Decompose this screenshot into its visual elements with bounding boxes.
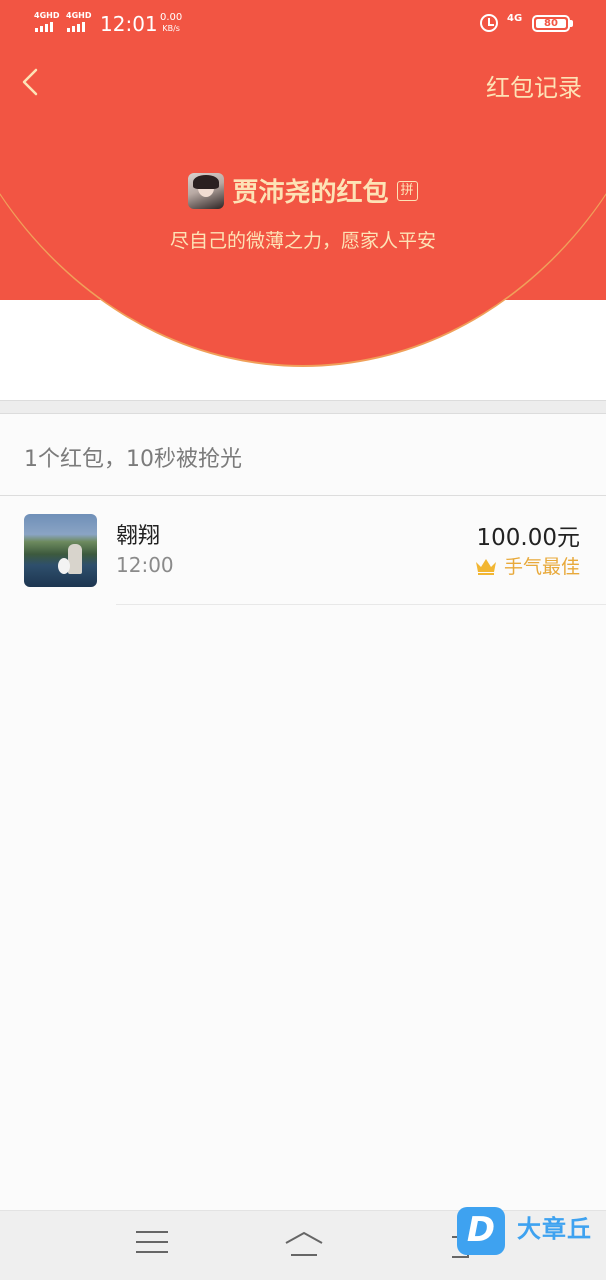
network-type: 4G xyxy=(507,13,523,24)
watermark-logo: D 大章丘 xyxy=(455,1205,606,1257)
recipient-row[interactable]: 翱翔 12:00 100.00元 手气最佳 xyxy=(0,496,606,604)
red-packet-header: 4GHD 4GHD 12:01 0.00 KB/s 4G 80 红包记录 贾沛尧… xyxy=(0,0,606,400)
red-packet-records-link[interactable]: 红包记录 xyxy=(486,68,582,103)
battery-tip xyxy=(570,20,573,27)
best-luck-label: 手气最佳 xyxy=(503,556,580,578)
menu-icon[interactable] xyxy=(136,1231,168,1261)
best-luck-badge: 手气最佳 xyxy=(474,552,580,579)
greeting-message: 尽自己的微薄之力，愿家人平安 xyxy=(169,230,436,252)
pin-badge: 拼 xyxy=(396,180,418,201)
alarm-icon xyxy=(480,14,498,32)
sender-info: 贾沛尧的红包 拼 xyxy=(0,172,606,209)
sender-avatar[interactable] xyxy=(188,172,225,209)
sender-name: 贾沛尧的红包 xyxy=(232,178,389,208)
recipient-time: 12:00 xyxy=(116,553,174,577)
watermark-letter: D xyxy=(466,1210,496,1250)
sim2-signal-icon xyxy=(67,22,85,32)
network-speed-unit: KB/s xyxy=(162,24,180,33)
sim1-signal-icon xyxy=(35,22,53,32)
section-divider xyxy=(0,400,606,414)
battery-level: 80 xyxy=(544,18,558,29)
sim2-label: 4GHD xyxy=(66,11,92,20)
network-speed: 0.00 KB/s xyxy=(160,12,182,34)
packet-summary: 1个红包，10秒被抢光 xyxy=(24,447,242,472)
crown-icon xyxy=(475,558,496,575)
back-button[interactable] xyxy=(14,62,54,102)
battery-icon: 80 xyxy=(532,15,570,32)
row-divider xyxy=(116,604,606,605)
status-bar: 4GHD 4GHD 12:01 0.00 KB/s 4G 80 xyxy=(0,0,606,46)
status-time: 12:01 xyxy=(100,12,158,36)
sim1-label: 4GHD xyxy=(34,11,60,20)
recipient-name: 翱翔 xyxy=(116,524,161,549)
recipient-avatar[interactable] xyxy=(24,514,97,587)
recipient-amount: 100.00元 xyxy=(476,525,580,551)
home-icon[interactable] xyxy=(282,1227,326,1263)
watermark-text: 大章丘 xyxy=(517,1215,592,1243)
network-speed-value: 0.00 xyxy=(160,12,183,23)
chevron-left-icon xyxy=(22,68,38,96)
